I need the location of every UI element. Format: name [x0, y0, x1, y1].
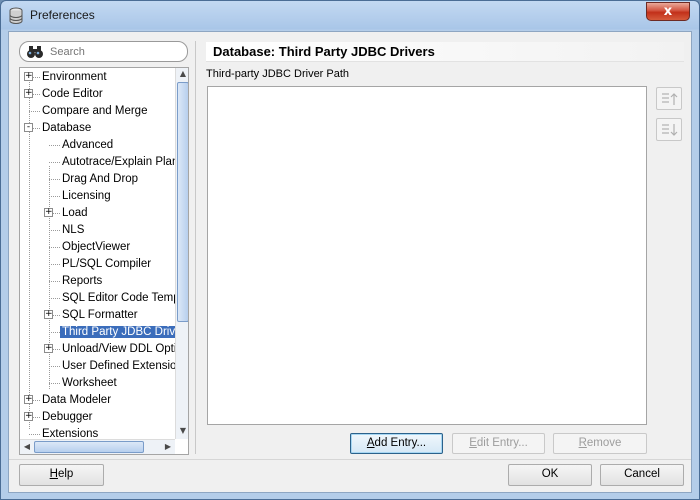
tree-item[interactable]: Autotrace/Explain Plan [62, 154, 178, 170]
tree-item[interactable]: Data Modeler [42, 392, 111, 408]
tree-item[interactable]: Advanced [62, 137, 113, 153]
tree-item[interactable]: ObjectViewer [62, 239, 130, 255]
dialog-body: Environment + Code Editor + Compare and Merg… [8, 31, 692, 493]
expand-icon[interactable]: + [44, 208, 53, 217]
tree-item-label: SQL Editor Code Templates [62, 292, 188, 304]
tree-item-label: User Defined Extensions [62, 360, 189, 372]
tree-item-label: Code Editor [42, 88, 103, 100]
driver-path-list[interactable] [207, 86, 647, 425]
database-icon [9, 7, 23, 24]
tree-connector [29, 434, 40, 435]
move-up-button[interactable] [656, 87, 682, 110]
help-button[interactable]: Help [19, 464, 104, 486]
tree-item-label: Autotrace/Explain Plan [62, 156, 179, 168]
add-entry-button[interactable]: Add Entry... [350, 433, 443, 454]
expand-icon[interactable]: + [24, 412, 33, 421]
tree-item-label: Database [42, 122, 92, 134]
tree-connector [49, 230, 60, 231]
search-input[interactable] [50, 44, 180, 59]
tree-connector [49, 298, 60, 299]
horizontal-scrollbar[interactable]: ◀ ▶ [20, 439, 175, 454]
tree-item[interactable]: Compare and Merge [42, 103, 147, 119]
window-title: Preferences [30, 8, 95, 22]
scroll-down-arrow-icon[interactable]: ▼ [177, 426, 188, 435]
tree-line [49, 166, 50, 389]
tree-item[interactable]: NLS [62, 222, 84, 238]
expand-icon[interactable]: + [44, 344, 53, 353]
driver-path-label: Third-party JDBC Driver Path [206, 68, 350, 80]
tree-item[interactable]: SQL Editor Code Templates [62, 290, 188, 306]
tree-item-label: Load [62, 207, 88, 219]
tree-item[interactable]: SQL Formatter [62, 307, 138, 323]
tree-connector [49, 196, 60, 197]
ok-button[interactable]: OK [508, 464, 592, 486]
tree-item-label: Third Party JDBC Drivers [60, 326, 188, 338]
tree-item-label: NLS [62, 224, 85, 236]
search-box[interactable] [19, 41, 188, 62]
page-title: Database: Third Party JDBC Drivers [206, 42, 684, 62]
expand-icon[interactable]: + [24, 89, 33, 98]
tree-item[interactable]: User Defined Extensions [62, 358, 189, 374]
close-button[interactable]: x [646, 2, 690, 21]
tree-item-label: Environment [42, 71, 107, 83]
tree-connector [49, 162, 60, 163]
tree-item[interactable]: Worksheet [62, 375, 117, 391]
tree-item[interactable]: Load [62, 205, 88, 221]
preferences-tree[interactable]: Environment + Code Editor + Compare and Merg… [19, 67, 189, 455]
tree-connector [49, 332, 60, 333]
collapse-icon[interactable]: - [24, 123, 33, 132]
close-icon: x [663, 4, 673, 19]
tree-item[interactable]: PL/SQL Compiler [62, 256, 151, 272]
expand-icon[interactable]: + [24, 395, 33, 404]
tree-item-label: Worksheet [62, 377, 117, 389]
tree-item-label: PL/SQL Compiler [62, 258, 152, 270]
tree-connector [49, 366, 60, 367]
tree-item[interactable]: Licensing [62, 188, 111, 204]
tree-item-label: Licensing [62, 190, 111, 202]
edit-entry-button[interactable]: Edit Entry... [452, 433, 545, 454]
tree-connector [49, 247, 60, 248]
tree-item[interactable]: Third Party JDBC Drivers [60, 324, 188, 340]
scroll-right-arrow-icon[interactable]: ▶ [162, 442, 174, 451]
tree-connector [49, 383, 60, 384]
preferences-window: Preferences x Environment+Code Editor+C [0, 0, 700, 500]
title-bar[interactable]: Preferences x [1, 1, 699, 31]
remove-button[interactable]: Remove [553, 433, 647, 454]
expand-icon[interactable]: + [44, 310, 53, 319]
tree-connector [49, 145, 60, 146]
scroll-up-arrow-icon[interactable]: ▲ [177, 69, 188, 78]
scroll-left-arrow-icon[interactable]: ◀ [21, 442, 33, 451]
move-down-icon [662, 124, 678, 136]
pane-splitter[interactable] [195, 41, 196, 454]
tree-item-label: Reports [62, 275, 103, 287]
tree-item-label: Debugger [42, 411, 93, 423]
expand-icon[interactable]: + [24, 72, 33, 81]
tree-item[interactable]: Environment [42, 69, 107, 85]
tree-item[interactable]: Reports [62, 273, 102, 289]
footer-divider [9, 459, 691, 460]
cancel-button[interactable]: Cancel [600, 464, 684, 486]
tree-item[interactable]: Code Editor [42, 86, 103, 102]
tree-connector [49, 281, 60, 282]
tree-connector [49, 179, 60, 180]
tree-item-label: SQL Formatter [62, 309, 138, 321]
tree-item-label: ObjectViewer [62, 241, 131, 253]
tree-item-label: Compare and Merge [42, 105, 148, 117]
tree-connector [29, 111, 40, 112]
tree-item-label: Advanced [62, 139, 114, 151]
tree-item[interactable]: Unload/View DDL Options [62, 341, 189, 357]
tree-item[interactable]: Drag And Drop [62, 171, 138, 187]
tree-item-label: Data Modeler [42, 394, 112, 406]
tree-item[interactable]: Debugger [42, 409, 93, 425]
tree-item-label: Unload/View DDL Options [62, 343, 189, 355]
move-down-button[interactable] [656, 118, 682, 141]
move-up-icon [662, 93, 678, 105]
binoculars-icon [27, 46, 43, 58]
horizontal-scroll-thumb[interactable] [34, 441, 144, 453]
vertical-scrollbar[interactable]: ▲ ▼ [175, 68, 188, 439]
tree-connector [49, 264, 60, 265]
tree-item-label: Drag And Drop [62, 173, 139, 185]
vertical-scroll-thumb[interactable] [177, 82, 188, 322]
tree-item[interactable]: Database [42, 120, 91, 136]
